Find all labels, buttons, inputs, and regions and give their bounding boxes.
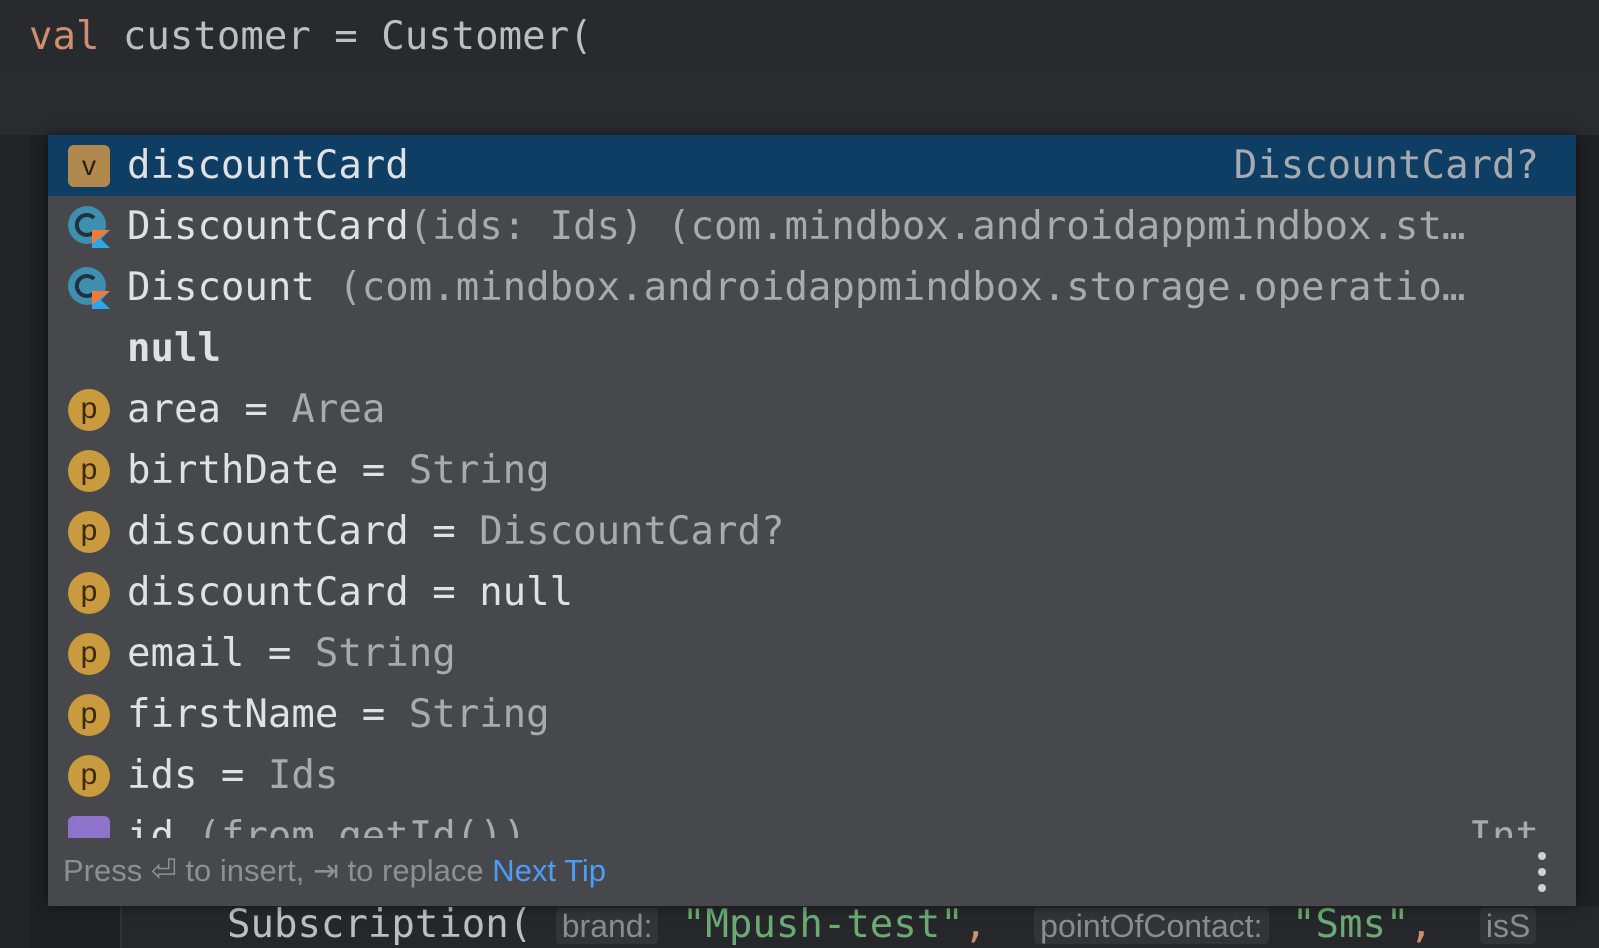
parameter-icon: p — [68, 389, 110, 431]
item-label: email = String — [127, 631, 456, 676]
completion-item[interactable]: p discountCard = DiscountCard? — [48, 501, 1576, 562]
item-name: ids = — [127, 753, 268, 798]
completion-item[interactable]: Discount (com.mindbox.androidappmindbox.… — [48, 257, 1576, 318]
inlay-hint-next: isS — [1479, 908, 1537, 944]
code-text: val customer = Customer( — [29, 14, 593, 59]
kotlin-class-icon — [68, 267, 110, 309]
parameter-icon: p — [68, 511, 110, 553]
code-line-subscription[interactable]: Subscription( brand: "Mpush-test", point… — [120, 902, 1599, 948]
item-label: area = Area — [127, 387, 385, 432]
item-name: Discount — [127, 265, 315, 310]
completion-item[interactable]: p birthDate = String — [48, 440, 1576, 501]
parameter-icon: p — [68, 633, 110, 675]
item-detail: DiscountCard? — [479, 509, 785, 554]
comma: , — [1409, 902, 1433, 947]
variable-icon: v — [68, 145, 110, 187]
completion-list[interactable]: v discountCard DiscountCard? DiscountCard(i… — [48, 135, 1576, 838]
item-name: discountCard = null — [127, 570, 574, 615]
item-label: firstName = String — [127, 692, 550, 737]
item-label: id (from getId()) — [127, 814, 526, 838]
item-detail: Area — [291, 387, 386, 432]
completion-item[interactable]: p email = String — [48, 623, 1576, 684]
poc-value: "Sms" — [1292, 902, 1410, 947]
item-label: DiscountCard(ids: Ids) (com.mindbox.andr… — [127, 204, 1465, 249]
item-type: DiscountCard? — [1233, 143, 1539, 188]
item-detail: Ids — [267, 753, 339, 798]
call-name: Subscription( — [227, 902, 533, 947]
completion-popup: v discountCard DiscountCard? DiscountCard(i… — [48, 135, 1576, 906]
editor-gutter — [0, 135, 30, 948]
current-code-line[interactable]: val customer = Customer( — [0, 0, 1599, 70]
item-name: DiscountCard — [127, 204, 409, 249]
keyword: val — [29, 14, 100, 59]
editor-empty-line[interactable] — [0, 70, 1599, 135]
completion-item[interactable]: null — [48, 318, 1576, 379]
inlay-hint-brand: brand: — [555, 908, 659, 944]
item-name: discountCard = — [127, 509, 480, 554]
brand-value: "Mpush-test" — [681, 902, 964, 947]
item-name: firstName = — [127, 692, 409, 737]
completion-item[interactable]: DiscountCard(ids: Ids) (com.mindbox.andr… — [48, 196, 1576, 257]
item-label: discountCard = null — [127, 570, 573, 615]
parameter-icon: p — [68, 755, 110, 797]
parameter-icon: p — [68, 572, 110, 614]
item-name: email = — [127, 631, 315, 676]
parameter-icon: p — [68, 694, 110, 736]
item-detail: (ids: Ids) (com.mindbox.androidappmindbo… — [408, 204, 1466, 249]
item-type: Int — [1468, 814, 1539, 838]
code-rest: customer = Customer( — [99, 14, 593, 59]
kotlin-class-icon — [68, 206, 110, 248]
item-detail: String — [408, 692, 550, 737]
next-tip-link[interactable]: Next Tip — [492, 853, 606, 888]
comma: , — [963, 902, 988, 947]
item-label: Discount (com.mindbox.androidappmindbox.… — [127, 265, 1465, 310]
press-hint: Press ⏎ to insert, ⇥ to replace — [63, 853, 493, 888]
item-detail: (com.mindbox.androidappmindbox.storage.o… — [314, 265, 1466, 310]
item-name: birthDate = — [127, 448, 409, 493]
footer-hint: Press ⏎ to insert, ⇥ to replace Next Tip — [63, 853, 606, 889]
item-label: null — [127, 326, 221, 371]
completion-item[interactable]: v discountCard DiscountCard? — [48, 135, 1576, 196]
completion-item[interactable]: id (from getId()) Int — [48, 806, 1576, 838]
method-icon — [68, 816, 110, 838]
item-label: discountCard — [127, 143, 409, 188]
code-text: Subscription( brand: "Mpush-test", point… — [227, 902, 1537, 947]
item-label: birthDate = String — [127, 448, 550, 493]
completion-footer: Press ⏎ to insert, ⇥ to replace Next Tip — [48, 838, 1576, 906]
completion-item[interactable]: p discountCard = null — [48, 562, 1576, 623]
more-options-icon[interactable] — [1538, 852, 1546, 892]
item-label: ids = Ids — [127, 753, 338, 798]
item-detail: (from getId()) — [173, 814, 527, 838]
item-name: null — [127, 326, 221, 371]
completion-item[interactable]: p area = Area — [48, 379, 1576, 440]
completion-item[interactable]: p firstName = String — [48, 684, 1576, 745]
completion-item[interactable]: p ids = Ids — [48, 745, 1576, 806]
parameter-icon: p — [68, 450, 110, 492]
inlay-hint-poc: pointOfContact: — [1034, 908, 1269, 944]
item-detail: String — [314, 631, 456, 676]
item-label: discountCard = DiscountCard? — [127, 509, 784, 554]
item-name: discountCard — [127, 143, 409, 188]
item-name: area = — [127, 387, 292, 432]
item-detail: String — [408, 448, 550, 493]
item-name: id — [127, 814, 174, 838]
